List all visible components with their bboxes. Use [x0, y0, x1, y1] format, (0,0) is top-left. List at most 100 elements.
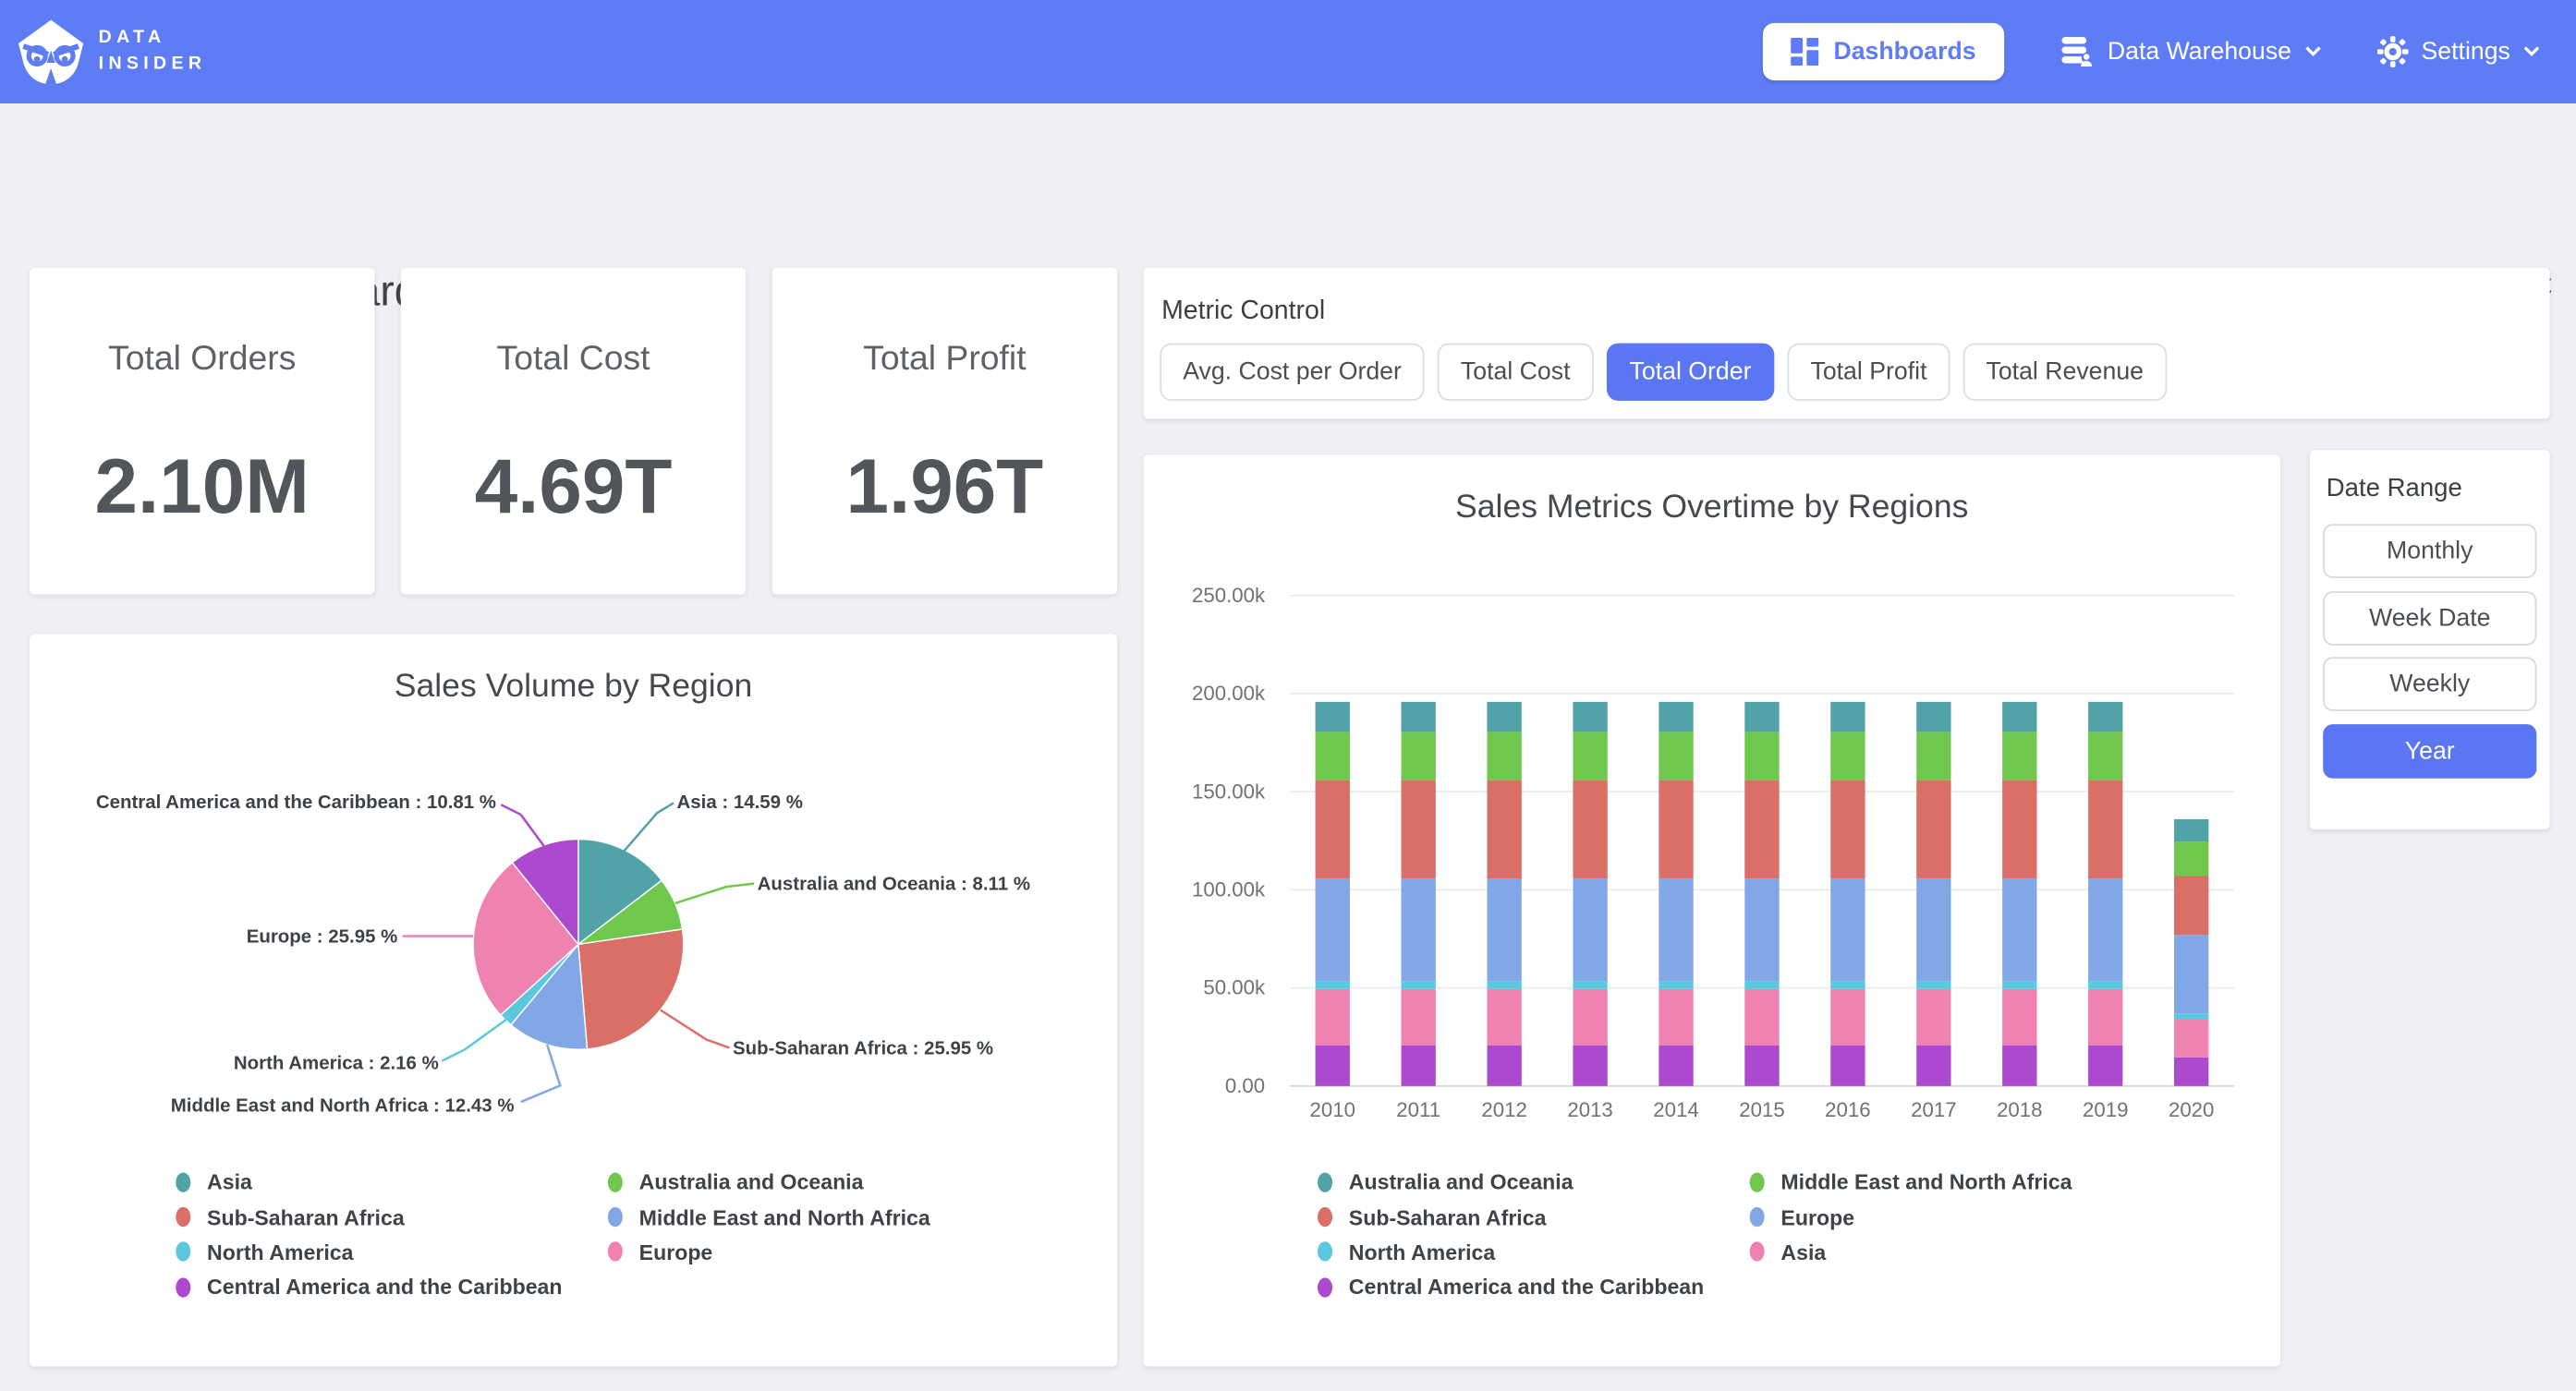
- bar-segment-2015-australia-and-oceania[interactable]: [1744, 702, 1779, 732]
- bar-segment-2010-sub-saharan-africa[interactable]: [1316, 780, 1350, 878]
- bar-segment-2019-middle-east-and-north-africa[interactable]: [2088, 732, 2122, 780]
- bar-segment-2020-middle-east-and-north-africa[interactable]: [2174, 841, 2208, 876]
- bar-segment-2019-australia-and-oceania[interactable]: [2088, 702, 2122, 732]
- bar-segment-2020-sub-saharan-africa[interactable]: [2174, 877, 2208, 936]
- bar-segment-2016-sub-saharan-africa[interactable]: [1830, 780, 1865, 878]
- bar-segment-2015-europe[interactable]: [1744, 878, 1779, 981]
- bar-segment-2014-europe[interactable]: [1659, 878, 1693, 981]
- bar-segment-2013-sub-saharan-africa[interactable]: [1573, 780, 1607, 878]
- bar-segment-2015-central-america-and-the-caribbean[interactable]: [1744, 1046, 1779, 1086]
- legend-item-middle-east-and-north-africa[interactable]: Middle East and North Africa: [1750, 1165, 2072, 1200]
- legend-item-central-america-and-the-caribbean[interactable]: Central America and the Caribbean: [176, 1270, 562, 1305]
- metric-option-total-profit[interactable]: Total Profit: [1788, 344, 1950, 401]
- bar-segment-2010-north-america[interactable]: [1316, 981, 1350, 989]
- bar-segment-2013-north-america[interactable]: [1573, 981, 1607, 989]
- bar-segment-2013-central-america-and-the-caribbean[interactable]: [1573, 1046, 1607, 1086]
- bar-segment-2015-sub-saharan-africa[interactable]: [1744, 780, 1779, 878]
- bar-segment-2019-sub-saharan-africa[interactable]: [2088, 780, 2122, 878]
- legend-item-asia[interactable]: Asia: [176, 1165, 562, 1200]
- bar-segment-2020-asia[interactable]: [2174, 1020, 2208, 1058]
- bar-segment-2016-middle-east-and-north-africa[interactable]: [1830, 732, 1865, 780]
- bar-segment-2018-australia-and-oceania[interactable]: [2002, 702, 2036, 732]
- bar-segment-2017-middle-east-and-north-africa[interactable]: [1916, 732, 1950, 780]
- bar-segment-2014-sub-saharan-africa[interactable]: [1659, 780, 1693, 878]
- bar-segment-2011-asia[interactable]: [1402, 989, 1436, 1046]
- legend-item-australia-and-oceania[interactable]: Australia and Oceania: [608, 1165, 930, 1200]
- legend-item-australia-and-oceania[interactable]: Australia and Oceania: [1318, 1165, 1704, 1200]
- bar-segment-2018-sub-saharan-africa[interactable]: [2002, 780, 2036, 878]
- bar-segment-2011-middle-east-and-north-africa[interactable]: [1402, 732, 1436, 780]
- bar-segment-2016-central-america-and-the-caribbean[interactable]: [1830, 1046, 1865, 1086]
- bar-segment-2017-north-america[interactable]: [1916, 981, 1950, 989]
- bar-segment-2014-middle-east-and-north-africa[interactable]: [1659, 732, 1693, 780]
- metric-option-total-revenue[interactable]: Total Revenue: [1963, 344, 2167, 401]
- bar-segment-2016-asia[interactable]: [1830, 989, 1865, 1046]
- bar-segment-2011-australia-and-oceania[interactable]: [1402, 702, 1436, 732]
- date-range-option-weekly[interactable]: Weekly: [2323, 657, 2536, 711]
- bar-segment-2010-asia[interactable]: [1316, 989, 1350, 1046]
- bar-segment-2019-central-america-and-the-caribbean[interactable]: [2088, 1046, 2122, 1086]
- bar-segment-2014-asia[interactable]: [1659, 989, 1693, 1046]
- legend-item-sub-saharan-africa[interactable]: Sub-Saharan Africa: [176, 1200, 562, 1235]
- bar-segment-2014-central-america-and-the-caribbean[interactable]: [1659, 1046, 1693, 1086]
- metric-option-avg-cost-per-order[interactable]: Avg. Cost per Order: [1160, 344, 1424, 401]
- owl-logo-icon[interactable]: [17, 18, 86, 86]
- bar-segment-2013-australia-and-oceania[interactable]: [1573, 702, 1607, 732]
- bar-segment-2017-australia-and-oceania[interactable]: [1916, 702, 1950, 732]
- bar-segment-2012-sub-saharan-africa[interactable]: [1487, 780, 1521, 878]
- bar-segment-2020-australia-and-oceania[interactable]: [2174, 819, 2208, 841]
- bar-segment-2014-north-america[interactable]: [1659, 981, 1693, 989]
- bar-segment-2020-europe[interactable]: [2174, 935, 2208, 1013]
- bar-segment-2012-north-america[interactable]: [1487, 981, 1521, 989]
- legend-item-north-america[interactable]: North America: [176, 1235, 562, 1270]
- bar-segment-2018-central-america-and-the-caribbean[interactable]: [2002, 1046, 2036, 1086]
- metric-option-total-order[interactable]: Total Order: [1607, 344, 1775, 401]
- bar-segment-2019-europe[interactable]: [2088, 878, 2122, 981]
- bar-segment-2016-europe[interactable]: [1830, 878, 1865, 981]
- legend-item-europe[interactable]: Europe: [1750, 1200, 2072, 1235]
- bar-segment-2011-north-america[interactable]: [1402, 981, 1436, 989]
- bar-segment-2010-europe[interactable]: [1316, 878, 1350, 981]
- legend-item-sub-saharan-africa[interactable]: Sub-Saharan Africa: [1318, 1200, 1704, 1235]
- bar-segment-2015-asia[interactable]: [1744, 989, 1779, 1046]
- bar-segment-2012-asia[interactable]: [1487, 989, 1521, 1046]
- bar-segment-2018-europe[interactable]: [2002, 878, 2036, 981]
- legend-item-north-america[interactable]: North America: [1318, 1235, 1704, 1270]
- nav-menu-settings[interactable]: Settings: [2376, 36, 2539, 67]
- bar-segment-2010-middle-east-and-north-africa[interactable]: [1316, 732, 1350, 780]
- pie-slice-sub-saharan-africa[interactable]: [578, 929, 684, 1049]
- bar-segment-2011-central-america-and-the-caribbean[interactable]: [1402, 1046, 1436, 1086]
- bar-segment-2012-middle-east-and-north-africa[interactable]: [1487, 732, 1521, 780]
- nav-tab-dashboards[interactable]: Dashboards: [1763, 23, 2004, 80]
- bar-segment-2013-asia[interactable]: [1573, 989, 1607, 1046]
- bar-segment-2015-middle-east-and-north-africa[interactable]: [1744, 732, 1779, 780]
- bar-segment-2016-australia-and-oceania[interactable]: [1830, 702, 1865, 732]
- date-range-option-week-date[interactable]: Week Date: [2323, 590, 2536, 645]
- date-range-option-monthly[interactable]: Monthly: [2323, 524, 2536, 578]
- bar-segment-2017-europe[interactable]: [1916, 878, 1950, 981]
- bar-segment-2012-australia-and-oceania[interactable]: [1487, 702, 1521, 732]
- date-range-option-year[interactable]: Year: [2323, 723, 2536, 778]
- bar-segment-2016-north-america[interactable]: [1830, 981, 1865, 989]
- metric-option-total-cost[interactable]: Total Cost: [1438, 344, 1593, 401]
- bar-segment-2014-australia-and-oceania[interactable]: [1659, 702, 1693, 732]
- bar-segment-2010-central-america-and-the-caribbean[interactable]: [1316, 1046, 1350, 1086]
- bar-segment-2020-north-america[interactable]: [2174, 1013, 2208, 1020]
- bar-segment-2017-central-america-and-the-caribbean[interactable]: [1916, 1046, 1950, 1086]
- bar-segment-2018-asia[interactable]: [2002, 989, 2036, 1046]
- bar-segment-2013-middle-east-and-north-africa[interactable]: [1573, 732, 1607, 780]
- bar-segment-2013-europe[interactable]: [1573, 878, 1607, 981]
- bar-segment-2011-europe[interactable]: [1402, 878, 1436, 981]
- bar-segment-2015-north-america[interactable]: [1744, 981, 1779, 989]
- nav-menu-data-warehouse[interactable]: Data Warehouse: [2060, 34, 2321, 68]
- bar-segment-2012-europe[interactable]: [1487, 878, 1521, 981]
- bar-segment-2017-asia[interactable]: [1916, 989, 1950, 1046]
- legend-item-europe[interactable]: Europe: [608, 1235, 930, 1270]
- bar-segment-2012-central-america-and-the-caribbean[interactable]: [1487, 1046, 1521, 1086]
- legend-item-central-america-and-the-caribbean[interactable]: Central America and the Caribbean: [1318, 1270, 1704, 1305]
- bar-segment-2010-australia-and-oceania[interactable]: [1316, 702, 1350, 732]
- bar-segment-2020-central-america-and-the-caribbean[interactable]: [2174, 1058, 2208, 1086]
- legend-item-asia[interactable]: Asia: [1750, 1235, 2072, 1270]
- bar-segment-2019-north-america[interactable]: [2088, 981, 2122, 989]
- legend-item-middle-east-and-north-africa[interactable]: Middle East and North Africa: [608, 1200, 930, 1235]
